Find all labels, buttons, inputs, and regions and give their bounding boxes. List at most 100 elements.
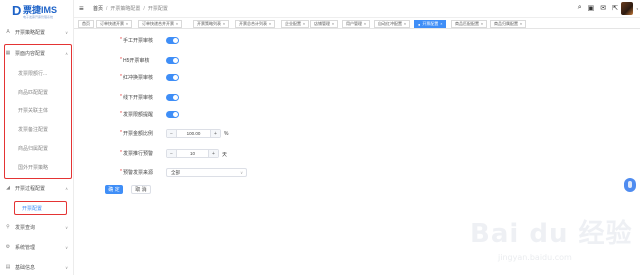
tab-order-express[interactable]: 订单快递开票 × bbox=[96, 20, 133, 28]
warning-days-stepper[interactable]: − 10 + bbox=[166, 149, 219, 158]
close-icon[interactable]: × bbox=[303, 22, 305, 26]
sidebar-subitem-entity[interactable]: 开票关联主体 bbox=[18, 105, 48, 115]
field-label: 线下开票审核 bbox=[122, 94, 153, 101]
toggle-red-audit[interactable] bbox=[166, 74, 179, 81]
tab-strategy-list[interactable]: 开票策略列表 × bbox=[193, 20, 230, 28]
close-icon[interactable]: × bbox=[520, 22, 522, 26]
floating-helper-button[interactable] bbox=[624, 178, 636, 192]
row-limit-remind: * 发票限额提醒 bbox=[120, 111, 153, 118]
sidebar-subitem-invoice-config[interactable]: 开票配置 bbox=[22, 203, 42, 213]
amount-ratio-stepper[interactable]: − 100.00 + bbox=[166, 129, 221, 138]
field-label: 预警发票来源 bbox=[122, 169, 153, 176]
amount-ratio-value[interactable]: 100.00 bbox=[177, 131, 210, 136]
tab-goods-match[interactable]: 商品匹配配置 × bbox=[451, 20, 488, 28]
toggle-limit-remind[interactable] bbox=[166, 111, 179, 118]
tab-shop[interactable]: 店铺管理 × bbox=[310, 20, 339, 28]
breadcrumb-home[interactable]: 首页 bbox=[93, 6, 103, 12]
gear-icon: ⚙ bbox=[5, 244, 11, 250]
close-icon[interactable]: × bbox=[404, 22, 406, 26]
close-icon[interactable]: × bbox=[481, 22, 483, 26]
sidebar-subitem-remark[interactable]: 发票备注配置 bbox=[18, 124, 48, 134]
warning-days-value[interactable]: 10 bbox=[177, 151, 208, 156]
chevron-down-icon: ∨ bbox=[65, 224, 68, 230]
row-amount-ratio: * 开票金额比例 bbox=[120, 130, 153, 137]
percent-unit: % bbox=[224, 131, 229, 137]
tab-label: 开票配置 bbox=[422, 21, 439, 26]
logo-subtitle: 电子发票开票管理系统 bbox=[23, 15, 54, 19]
cancel-button[interactable]: 取 消 bbox=[131, 185, 151, 194]
close-icon[interactable]: × bbox=[223, 22, 225, 26]
list-icon: ▤ bbox=[5, 264, 11, 270]
close-icon[interactable]: × bbox=[440, 22, 442, 26]
tab-invoice-config[interactable]: ● 开票配置 × bbox=[414, 20, 447, 28]
days-unit: 天 bbox=[222, 152, 228, 158]
plus-icon[interactable]: + bbox=[210, 130, 220, 137]
app-root: D 票捷IMS 电子发票开票管理系统 A 开票策略配置 ∨ ▦ 票面内容配置 ∧… bbox=[0, 0, 640, 275]
sidebar-item-strategy[interactable]: A 开票策略配置 ∨ bbox=[0, 27, 74, 37]
fullscreen-icon[interactable]: ⇱ bbox=[612, 4, 618, 12]
plus-icon[interactable]: + bbox=[208, 150, 218, 157]
logo: D 票捷IMS 电子发票开票管理系统 bbox=[12, 3, 68, 19]
tab-label: 开票总合计列表 bbox=[239, 21, 267, 26]
row-warning-days: * 发票推行预警 bbox=[120, 150, 153, 157]
warning-source-select[interactable]: 全部 ∨ bbox=[166, 168, 247, 177]
active-dot-icon: ● bbox=[418, 21, 421, 27]
close-icon[interactable]: × bbox=[332, 22, 334, 26]
tab-label: 用户管理 bbox=[346, 21, 362, 26]
minus-icon[interactable]: − bbox=[167, 150, 177, 157]
row-warning-source: * 预警发票来源 bbox=[120, 169, 153, 176]
field-label: 红冲换票审核 bbox=[122, 74, 153, 81]
tab-order-merge[interactable]: 订单快递合并开票 × bbox=[138, 20, 183, 28]
field-label: 发票推行预警 bbox=[122, 150, 153, 157]
tab-home[interactable]: 首页 bbox=[78, 20, 94, 28]
breadcrumb-section[interactable]: 开票策略配置 bbox=[110, 6, 140, 12]
toggle-h5-audit[interactable] bbox=[166, 57, 179, 64]
tab-label: 企业配置 bbox=[285, 21, 301, 26]
row-offline-audit: * 线下开票审核 bbox=[120, 94, 153, 101]
tab-goods-owner[interactable]: 商品归属配置 × bbox=[490, 20, 527, 28]
avatar[interactable] bbox=[621, 2, 633, 15]
tab-label: 开票策略列表 bbox=[197, 21, 221, 26]
message-icon[interactable]: ✉ bbox=[600, 4, 606, 12]
close-icon[interactable]: × bbox=[364, 22, 366, 26]
tab-user[interactable]: 用户管理 × bbox=[342, 20, 371, 28]
menu-toggle-icon[interactable]: ≡ bbox=[79, 4, 84, 13]
tab-label: 商品匹配配置 bbox=[455, 21, 479, 26]
search-icon[interactable]: ⌕ bbox=[578, 4, 582, 12]
tab-total-list[interactable]: 开票总合计列表 × bbox=[235, 20, 276, 28]
close-icon[interactable]: × bbox=[269, 22, 271, 26]
tab-label: 订单快递合并开票 bbox=[142, 21, 174, 26]
tab-auto-red[interactable]: 自动红冲配置 × bbox=[374, 20, 411, 28]
breadcrumb-current: 开票配置 bbox=[147, 6, 168, 12]
sidebar-item-basic[interactable]: ▤ 基础信息 ∨ bbox=[0, 262, 74, 272]
sidebar-item-content[interactable]: ▦ 票面内容配置 ∧ bbox=[0, 48, 74, 58]
row-red-audit: * 红冲换票审核 bbox=[120, 74, 153, 81]
send-icon: ◢ bbox=[6, 185, 10, 191]
tab-label: 店铺管理 bbox=[314, 21, 330, 26]
chevron-down-icon: ∨ bbox=[65, 264, 68, 270]
close-icon[interactable]: × bbox=[176, 22, 178, 26]
watermark: Bai du 经验 bbox=[470, 219, 633, 249]
field-label: H5开票审核 bbox=[122, 57, 150, 64]
document-icon[interactable]: ▣ bbox=[588, 4, 595, 12]
sidebar-subitem-foreign[interactable]: 国外开票策略 bbox=[18, 162, 48, 172]
grid-icon: ▦ bbox=[5, 50, 11, 56]
chevron-down-icon: ∨ bbox=[65, 244, 68, 250]
tab-enterprise[interactable]: 企业配置 × bbox=[281, 20, 310, 28]
sidebar-subitem-limit[interactable]: 发票限额行... bbox=[18, 68, 47, 78]
toggle-manual-audit[interactable] bbox=[166, 37, 179, 44]
sidebar-subitem-goods-owner[interactable]: 商品归属配置 bbox=[18, 143, 48, 153]
sidebar-item-system[interactable]: ⚙ 系统管理 ∨ bbox=[0, 242, 74, 252]
sidebar-item-process[interactable]: ◢ 开票过程配置 ∧ bbox=[0, 183, 74, 193]
sidebar-subitem-goods-match[interactable]: 商品匹配配置 bbox=[18, 87, 48, 97]
sidebar-item-query[interactable]: ⚲ 发票查询 ∨ bbox=[0, 222, 74, 232]
field-label: 发票限额提醒 bbox=[122, 111, 153, 118]
caret-down-icon[interactable]: ▾ bbox=[636, 7, 638, 11]
chevron-down-icon: ∨ bbox=[240, 170, 243, 175]
close-icon[interactable]: × bbox=[126, 22, 128, 26]
confirm-button[interactable]: 确 定 bbox=[105, 185, 123, 194]
minus-icon[interactable]: − bbox=[167, 130, 177, 137]
toggle-offline-audit[interactable] bbox=[166, 94, 179, 101]
logo-mark: D bbox=[12, 3, 22, 18]
field-label: 手工开票审核 bbox=[122, 37, 153, 44]
